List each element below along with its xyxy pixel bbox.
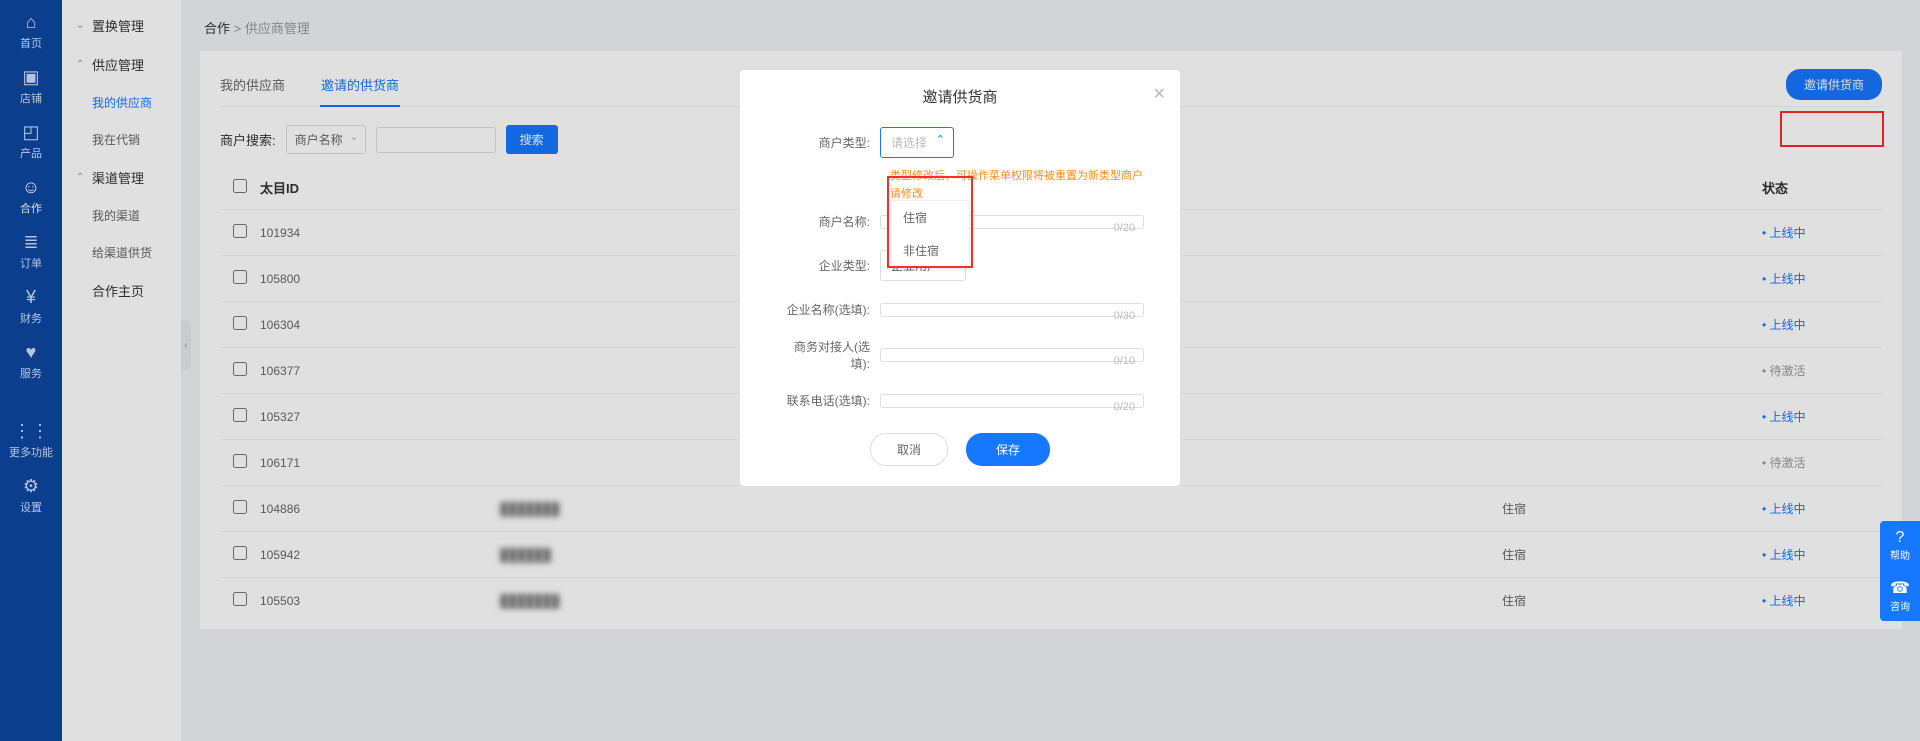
enterprise-type-label: 企业类型: <box>776 257 880 274</box>
float-icon: ☎ <box>1880 578 1920 598</box>
cancel-button[interactable]: 取消 <box>870 433 948 466</box>
float-help: ?帮助☎咨询 <box>1880 521 1920 621</box>
contact-label: 商务对接人(选填): <box>776 338 880 372</box>
enterprise-name-label: 企业名称(选填): <box>776 301 880 318</box>
float-icon: ? <box>1880 529 1920 547</box>
type-warning: 类型修改后，可操作菜单权限将被重置为新类型商户 请修改 <box>740 168 1180 203</box>
save-button[interactable]: 保存 <box>966 433 1050 466</box>
modal-title: 邀请供货商 ✕ <box>740 70 1180 117</box>
merchant-type-label: 商户类型: <box>776 134 880 151</box>
enterprise-name-input[interactable]: 0/30 <box>880 303 1144 317</box>
close-icon[interactable]: ✕ <box>1153 84 1166 104</box>
contact-input[interactable]: 0/10 <box>880 348 1144 362</box>
phone-input[interactable]: 0/20 <box>880 394 1144 408</box>
invite-modal: 邀请供货商 ✕ 商户类型: 请选择 类型修改后，可操作菜单权限将被重置为新类型商… <box>740 70 1180 486</box>
dropdown-option-lodging[interactable]: 住宿 <box>891 201 969 234</box>
merchant-type-select[interactable]: 请选择 <box>880 127 954 158</box>
phone-label: 联系电话(选填): <box>776 392 880 409</box>
merchant-name-label: 商户名称: <box>776 213 880 230</box>
float-item[interactable]: ☎咨询 <box>1880 570 1920 621</box>
dropdown-option-non-lodging[interactable]: 非住宿 <box>891 234 969 267</box>
merchant-type-dropdown: 住宿 非住宿 <box>890 200 970 268</box>
float-item[interactable]: ?帮助 <box>1880 521 1920 570</box>
